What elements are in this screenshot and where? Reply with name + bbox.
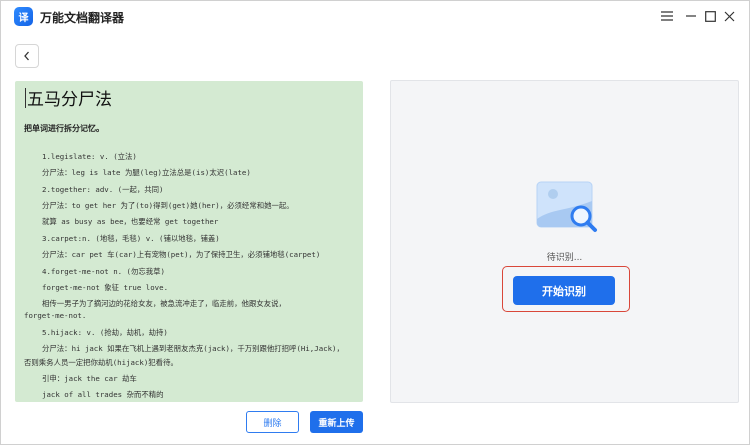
app-window: 译 万能文档翻译器 五马分尸法 把单词进行拆分记忆。 1.legislate: … <box>0 0 750 445</box>
delete-button[interactable]: 删除 <box>246 411 299 433</box>
start-recognition-button[interactable]: 开始识别 <box>513 276 615 305</box>
reupload-button[interactable]: 重新上传 <box>310 411 363 433</box>
app-logo-text: 译 <box>18 13 29 24</box>
document-subtitle: 把单词进行拆分记忆。 <box>24 124 104 133</box>
document-preview: 五马分尸法 把单词进行拆分记忆。 1.legislate: v. (立法) 分尸… <box>15 81 363 402</box>
chevron-left-icon <box>24 51 29 61</box>
document-line: 2.together: adv. (一起，共同) <box>42 185 164 194</box>
document-line: 相传一男子为了摘河边的花给女友，被急流冲走了，临走前，他跟女友说， <box>42 299 286 308</box>
close-icon[interactable] <box>720 7 738 25</box>
document-title: 五马分尸法 <box>27 90 112 110</box>
title-bar: 译 万能文档翻译器 <box>1 1 750 33</box>
document-line: 分尸法：hi jack 如果在飞机上遇到老朋友杰克(jack)，千万别跟他打招呼… <box>42 344 344 353</box>
document-line: forget-me-not 象征 true love. <box>42 283 169 292</box>
back-button[interactable] <box>15 44 39 68</box>
document-line: 引申：jack the car 劫车 <box>42 374 137 383</box>
recognition-panel <box>390 80 739 403</box>
document-line: jack of all trades 杂而不精的 <box>42 390 164 399</box>
document-line: 分尸法：car pet 车(car)上有宠物(pet)，为了保持卫生，必须铺地毯… <box>42 250 321 259</box>
document-line: forget-me-not. <box>24 311 87 320</box>
app-logo-icon: 译 <box>14 7 33 26</box>
maximize-icon[interactable] <box>701 7 719 25</box>
document-line: 就算 as busy as bee，也要经常 get together <box>42 217 219 226</box>
image-search-icon <box>536 181 597 232</box>
document-line: 4.forget-me-not n. (勿忘我草) <box>42 267 166 276</box>
document-line: 1.legislate: v. (立法) <box>42 152 137 161</box>
document-line: 分尸法：to get her 为了(to)得到(get)她(her)，必须经常和… <box>42 201 294 210</box>
document-line: 分尸法：leg is late 为腿(leg)立法总是(is)太迟(late) <box>42 168 251 177</box>
menu-icon[interactable] <box>658 7 676 25</box>
document-line: 3.carpet:n. (地毯，毛毯) v. (铺以地毯，铺盖) <box>42 234 220 243</box>
document-line: 否则乘务人员一定把你劫机(hijack)犯看待。 <box>24 358 178 367</box>
text-cursor <box>25 88 26 108</box>
document-line: 5.hijack: v. (抢劫，劫机，劫持) <box>42 328 168 337</box>
app-title: 万能文档翻译器 <box>40 11 125 25</box>
minimize-icon[interactable] <box>682 7 700 25</box>
recognition-status: 待识别... <box>546 253 583 263</box>
